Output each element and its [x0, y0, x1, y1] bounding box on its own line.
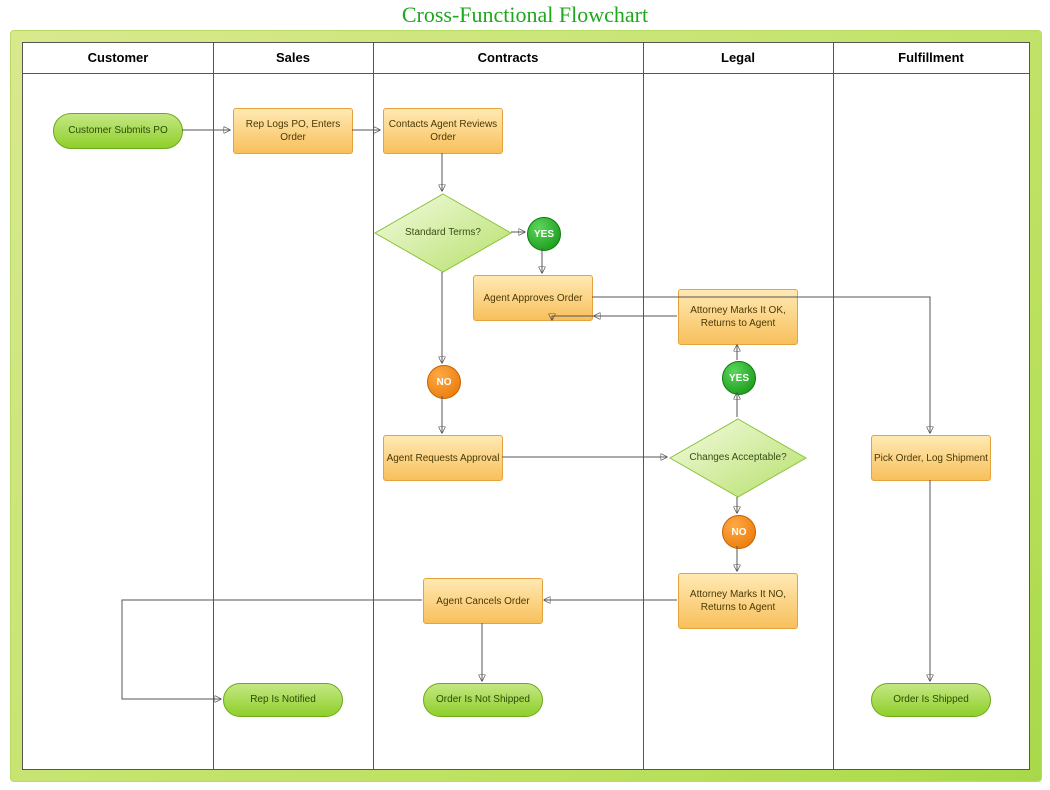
- node-customer-submits: Customer Submits PO: [53, 113, 183, 149]
- node-pick-order: Pick Order, Log Shipment: [871, 435, 991, 481]
- diagram-title: Cross-Functional Flowchart: [0, 2, 1050, 28]
- node-rep-notified: Rep Is Notified: [223, 683, 343, 717]
- node-agent-requests: Agent Requests Approval: [383, 435, 503, 481]
- lane-header-legal: Legal: [643, 43, 833, 73]
- node-standard-terms: Standard Terms?: [374, 193, 512, 273]
- lane-divider: [833, 43, 834, 769]
- badge-no-standard: NO: [427, 365, 461, 399]
- badge-yes-standard: YES: [527, 217, 561, 251]
- node-contacts-agent: Contacts Agent Reviews Order: [383, 108, 503, 154]
- lane-divider: [643, 43, 644, 769]
- lane-header-customer: Customer: [23, 43, 213, 73]
- swimlane-grid: Customer Sales Contracts Legal Fulfillme…: [22, 42, 1030, 770]
- node-order-not-shipped: Order Is Not Shipped: [423, 683, 543, 717]
- lane-divider: [213, 43, 214, 769]
- node-rep-logs: Rep Logs PO, Enters Order: [233, 108, 353, 154]
- header-divider: [23, 73, 1029, 74]
- node-attorney-no: Attorney Marks It NO, Returns to Agent: [678, 573, 798, 629]
- decision-label: Standard Terms?: [405, 227, 481, 239]
- node-order-shipped: Order Is Shipped: [871, 683, 991, 717]
- badge-no-changes: NO: [722, 515, 756, 549]
- decision-label: Changes Acceptable?: [689, 452, 786, 464]
- node-attorney-ok: Attorney Marks It OK, Returns to Agent: [678, 289, 798, 345]
- badge-yes-changes: YES: [722, 361, 756, 395]
- node-changes-acceptable: Changes Acceptable?: [669, 418, 807, 498]
- lane-header-contracts: Contracts: [373, 43, 643, 73]
- lane-header-sales: Sales: [213, 43, 373, 73]
- lane-divider: [373, 43, 374, 769]
- node-agent-approves: Agent Approves Order: [473, 275, 593, 321]
- lane-header-fulfillment: Fulfillment: [833, 43, 1029, 73]
- node-agent-cancels: Agent Cancels Order: [423, 578, 543, 624]
